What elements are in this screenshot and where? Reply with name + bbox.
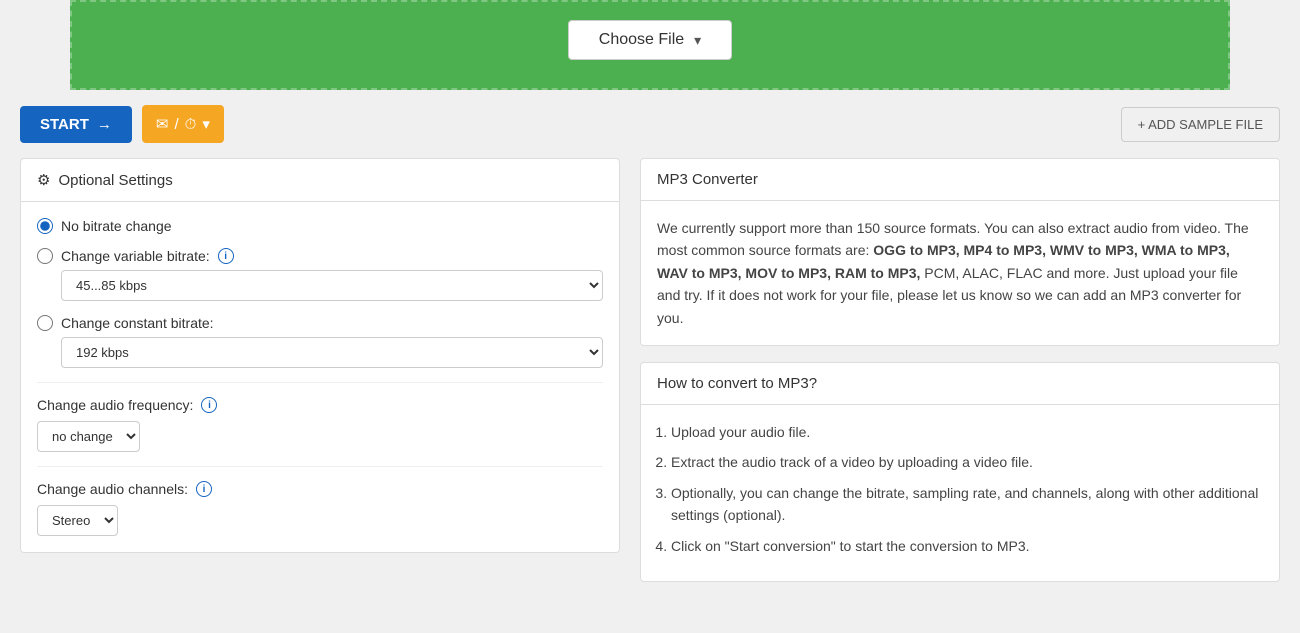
settings-header: ⚙ Optional Settings	[21, 159, 619, 202]
right-panel: MP3 Converter We currently support more …	[640, 158, 1280, 582]
variable-bitrate-text: Change variable bitrate:	[61, 248, 210, 264]
choose-file-label: Choose File	[599, 31, 684, 49]
toolbar-left: START → ✉ / ⏱ ▾	[20, 105, 224, 143]
constant-bitrate-option: Change constant bitrate: 64 kbps 128 kbp…	[37, 315, 603, 368]
variable-bitrate-radio[interactable]	[37, 248, 53, 264]
add-sample-label: + ADD SAMPLE FILE	[1138, 117, 1263, 132]
start-button[interactable]: START →	[20, 106, 132, 143]
constant-bitrate-label[interactable]: Change constant bitrate:	[37, 315, 603, 331]
settings-panel: ⚙ Optional Settings No bitrate change Ch…	[20, 158, 620, 553]
frequency-label-row: Change audio frequency: i	[37, 397, 603, 413]
toolbar-right: + ADD SAMPLE FILE	[1121, 107, 1280, 142]
separator: /	[174, 116, 178, 133]
mp3-info-body: We currently support more than 150 sourc…	[641, 201, 1279, 345]
no-bitrate-label[interactable]: No bitrate change	[37, 218, 603, 234]
file-drop-zone[interactable]: Choose File ▾	[70, 0, 1230, 90]
how-to-step-1: Upload your audio file.	[671, 421, 1263, 443]
mp3-info-title: MP3 Converter	[657, 171, 758, 188]
bitrate-options: No bitrate change Change variable bitrat…	[37, 218, 603, 368]
how-to-header: How to convert to MP3?	[641, 363, 1279, 405]
mp3-info-card: MP3 Converter We currently support more …	[640, 158, 1280, 346]
frequency-section: Change audio frequency: i no change 8000…	[37, 397, 603, 452]
variable-bitrate-info-icon[interactable]: i	[218, 248, 234, 264]
divider-1	[37, 382, 603, 383]
arrow-icon: →	[97, 116, 112, 133]
channels-info-icon[interactable]: i	[196, 481, 212, 497]
variable-bitrate-option: Change variable bitrate: i 45...85 kbps …	[37, 248, 603, 301]
gear-icon: ⚙	[37, 171, 50, 189]
how-to-title: How to convert to MP3?	[657, 375, 817, 392]
how-to-card: How to convert to MP3? Upload your audio…	[640, 362, 1280, 582]
clock-icon: ⏱	[185, 116, 197, 133]
dropdown-icon: ▾	[202, 115, 210, 133]
variable-bitrate-label[interactable]: Change variable bitrate: i	[37, 248, 603, 264]
channels-select[interactable]: Stereo Mono	[37, 505, 118, 536]
how-to-step-3: Optionally, you can change the bitrate, …	[671, 482, 1263, 527]
constant-bitrate-select[interactable]: 64 kbps 128 kbps 192 kbps 256 kbps 320 k…	[61, 337, 603, 368]
channels-section: Change audio channels: i Stereo Mono	[37, 481, 603, 536]
frequency-info-icon[interactable]: i	[201, 397, 217, 413]
how-to-list: Upload your audio file. Extract the audi…	[641, 405, 1279, 581]
constant-bitrate-text: Change constant bitrate:	[61, 315, 214, 331]
how-to-step-2: Extract the audio track of a video by up…	[671, 451, 1263, 473]
constant-bitrate-radio[interactable]	[37, 315, 53, 331]
channels-label-text: Change audio channels:	[37, 481, 188, 497]
no-bitrate-radio[interactable]	[37, 218, 53, 234]
mp3-info-header: MP3 Converter	[641, 159, 1279, 201]
divider-2	[37, 466, 603, 467]
toolbar: START → ✉ / ⏱ ▾ + ADD SAMPLE FILE	[0, 90, 1300, 158]
channels-label-row: Change audio channels: i	[37, 481, 603, 497]
how-to-step-4: Click on "Start conversion" to start the…	[671, 535, 1263, 557]
email-options-button[interactable]: ✉ / ⏱ ▾	[142, 105, 224, 143]
envelope-icon: ✉	[156, 115, 169, 133]
start-label: START	[40, 116, 89, 133]
no-bitrate-text: No bitrate change	[61, 218, 172, 234]
no-bitrate-option: No bitrate change	[37, 218, 603, 234]
frequency-label-text: Change audio frequency:	[37, 397, 193, 413]
chevron-down-icon: ▾	[694, 32, 701, 49]
main-content: ⚙ Optional Settings No bitrate change Ch…	[0, 158, 1300, 602]
variable-bitrate-select[interactable]: 45...85 kbps 65...85 kbps 85...110 kbps …	[61, 270, 603, 301]
settings-title: Optional Settings	[58, 172, 172, 189]
settings-body: No bitrate change Change variable bitrat…	[21, 202, 619, 552]
choose-file-button[interactable]: Choose File ▾	[568, 20, 732, 60]
add-sample-file-button[interactable]: + ADD SAMPLE FILE	[1121, 107, 1280, 142]
frequency-select[interactable]: no change 8000 Hz 11025 Hz 22050 Hz 4410…	[37, 421, 140, 452]
